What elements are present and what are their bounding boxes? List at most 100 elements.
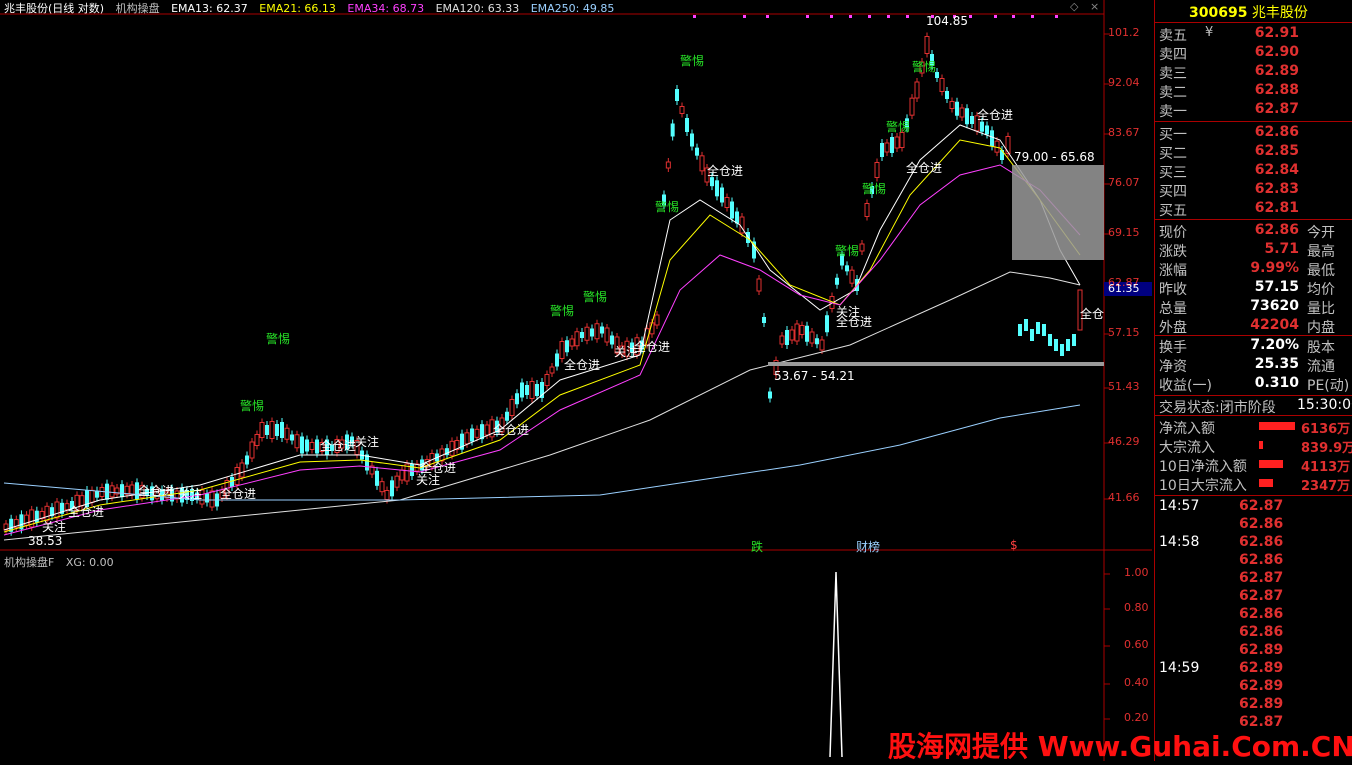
stock-code: 300695 bbox=[1189, 5, 1248, 21]
flow-label: 10日净流入额 bbox=[1159, 459, 1247, 475]
quote-row-label: 总量 bbox=[1159, 301, 1187, 317]
signal-jingti: 警惕 bbox=[886, 120, 911, 134]
quote-row-value: 62.83 bbox=[1254, 181, 1299, 197]
signal-dot bbox=[766, 15, 769, 18]
collapse-icon[interactable]: × bbox=[1090, 0, 1099, 13]
signal-dot bbox=[693, 15, 696, 18]
tick-time: 14:57 bbox=[1159, 498, 1200, 514]
candlestick bbox=[300, 432, 304, 458]
candlestick bbox=[365, 450, 369, 475]
candlestick bbox=[949, 97, 955, 113]
flow-bar bbox=[1259, 422, 1295, 430]
candlestick bbox=[249, 438, 255, 462]
candlestick bbox=[914, 78, 920, 102]
flow-row: 10日净流入额 4113万 bbox=[1159, 456, 1350, 475]
candlestick bbox=[685, 114, 689, 136]
candlestick bbox=[525, 381, 529, 399]
candlestick bbox=[825, 311, 829, 337]
quote-row: 卖一 62.87 bbox=[1159, 101, 1299, 120]
candlestick bbox=[399, 466, 405, 484]
ema21-label: EMA21: 66.13 bbox=[259, 2, 336, 15]
settings-diamond-icon[interactable]: ◇ bbox=[1070, 0, 1078, 13]
candlestick bbox=[789, 326, 795, 344]
flow-value: 6136万 bbox=[1301, 422, 1351, 437]
candlestick bbox=[845, 261, 849, 276]
flow-row: 净流入额 6136万 bbox=[1159, 418, 1350, 437]
line-range-annotation: 53.67 - 54.21 bbox=[774, 369, 855, 383]
candlestick bbox=[939, 74, 945, 96]
flow-row: 大宗流入 839.9万 bbox=[1159, 437, 1352, 456]
quote-row-value: 62.84 bbox=[1254, 162, 1299, 178]
signal-dot bbox=[1012, 15, 1015, 18]
candlestick bbox=[509, 395, 515, 420]
candlestick bbox=[874, 158, 880, 182]
signal-quancang: 全仓进 bbox=[634, 340, 671, 354]
stock-name: 兆丰股份 bbox=[1251, 5, 1308, 21]
quote-row-label: 外盘 bbox=[1159, 320, 1187, 336]
quote-row-label2: 最高 bbox=[1307, 244, 1335, 260]
candlestick bbox=[959, 104, 965, 121]
quote-row-label: 买三 bbox=[1159, 165, 1187, 181]
quote-row-label: 卖四 bbox=[1159, 47, 1187, 63]
candlestick bbox=[690, 129, 694, 151]
candlestick bbox=[535, 380, 539, 400]
quote-row: 涨跌 5.71 最高 bbox=[1159, 241, 1335, 260]
candlestick bbox=[584, 323, 590, 345]
candlestick bbox=[520, 378, 524, 402]
quote-row-value: 0.310 bbox=[1254, 375, 1299, 391]
tick-row[interactable]: 14:59 62.89 bbox=[1159, 660, 1283, 678]
tick-price: 62.87 bbox=[1239, 498, 1284, 514]
candlestick bbox=[209, 487, 215, 511]
candlestick bbox=[1042, 324, 1046, 336]
candlestick bbox=[815, 334, 819, 349]
candlestick bbox=[394, 472, 400, 492]
quote-row-label2: 股本 bbox=[1307, 340, 1335, 356]
status-time: 15:30:00 bbox=[1297, 397, 1352, 413]
candlestick bbox=[884, 139, 890, 156]
watermark: 股海网提供 Www.Guhai.Com.CN bbox=[888, 730, 1352, 763]
tick-row[interactable]: 14:58 62.86 bbox=[1159, 534, 1283, 552]
candlestick bbox=[245, 451, 249, 469]
signal-jingti: 警惕 bbox=[550, 304, 575, 318]
signal-dot bbox=[1031, 15, 1034, 18]
candlestick bbox=[752, 237, 756, 263]
support-line bbox=[768, 362, 1104, 366]
signal-jingti: 警惕 bbox=[655, 200, 680, 214]
candlestick bbox=[924, 32, 930, 58]
signal-guanzhu: 关注 bbox=[42, 520, 67, 534]
candlestick bbox=[569, 335, 575, 350]
signal-dot bbox=[1055, 15, 1058, 18]
candlestick bbox=[785, 326, 789, 349]
tick-time: 14:58 bbox=[1159, 534, 1200, 550]
tick-price: 62.89 bbox=[1239, 642, 1284, 658]
indicator-name[interactable]: 机构操盘 bbox=[116, 2, 160, 15]
quote-row-value: 62.89 bbox=[1254, 63, 1299, 79]
signal-quancang: 全仓进 bbox=[977, 108, 1014, 122]
signal-dot bbox=[887, 15, 890, 18]
candlestick bbox=[794, 320, 800, 345]
signal-guanzhu: 关注 bbox=[178, 487, 203, 501]
signal-jingti: 警惕 bbox=[583, 290, 608, 304]
candlestick bbox=[529, 377, 535, 403]
price-axis-label: 57.15 bbox=[1108, 326, 1140, 339]
candlestick bbox=[309, 438, 315, 454]
event-s[interactable]: $ bbox=[1010, 538, 1018, 552]
candlestick bbox=[275, 420, 279, 440]
event-caibang[interactable]: 财榜 bbox=[856, 538, 880, 555]
candlestick bbox=[269, 417, 275, 443]
quote-row: 卖四 62.90 bbox=[1159, 44, 1299, 63]
signal-jingti: 警惕 bbox=[912, 60, 937, 74]
flow-value: 839.9万 bbox=[1301, 441, 1352, 456]
main-chart-area[interactable]: 兆丰股份(日线 对数) 机构操盘 EMA13: 62.37 EMA21: 66.… bbox=[0, 0, 1152, 761]
candlestick bbox=[290, 430, 294, 445]
candlestick bbox=[945, 87, 949, 103]
candlestick bbox=[724, 193, 730, 212]
signal-quancang: 全仓进 bbox=[564, 358, 601, 372]
tick-row[interactable]: 14:57 62.87 bbox=[1159, 498, 1283, 516]
event-die[interactable]: 跌 bbox=[751, 538, 763, 555]
signal-quancang: 全仓进 bbox=[68, 505, 105, 519]
quote-row: 昨收 57.15 均价 bbox=[1159, 279, 1335, 298]
quote-row-value: 25.35 bbox=[1254, 356, 1299, 372]
sub-indicator-name[interactable]: 机构操盘F bbox=[4, 556, 54, 569]
quote-row-value: 62.88 bbox=[1254, 82, 1299, 98]
